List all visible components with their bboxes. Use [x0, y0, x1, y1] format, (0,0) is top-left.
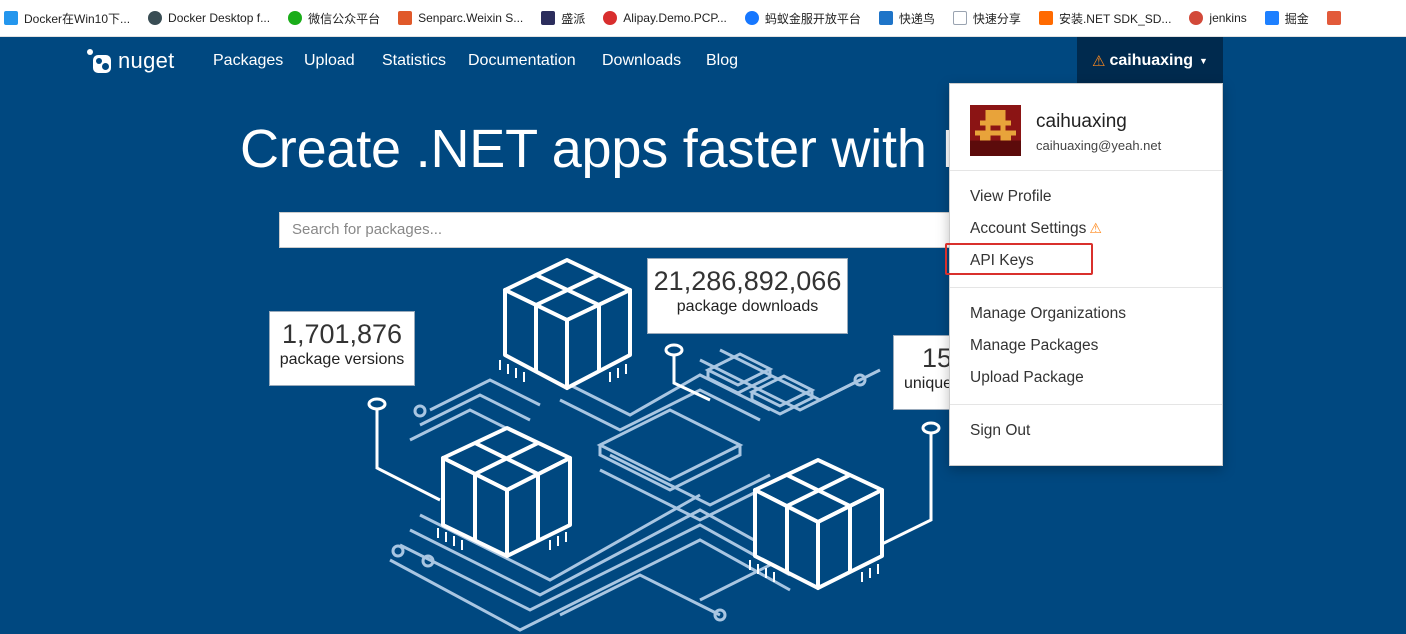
stat-versions-value: 1,701,876 [281, 319, 403, 349]
user-menu-toggle[interactable]: ⚠ caihuaxing ▼ [1077, 37, 1223, 84]
nav-packages[interactable]: Packages [213, 37, 283, 84]
stat-versions-label: package versions [279, 351, 405, 368]
hero-title: Create .NET apps faster with N [240, 119, 981, 179]
bookmark-antfin[interactable]: 蚂蚁金服开放平台 [744, 0, 861, 36]
menu-manage-organizations[interactable]: Manage Organizations [970, 305, 1126, 323]
nuget-logo[interactable]: nuget [86, 47, 175, 75]
stat-downloads-label: package downloads [676, 298, 819, 315]
menu-account-settings[interactable]: Account Settings ⚠ [970, 220, 1106, 238]
bookmark-shengpai[interactable]: 盛派 [541, 0, 585, 36]
stat-package-versions: 1,701,876 package versions [269, 311, 415, 386]
menu-manage-packages[interactable]: Manage Packages [970, 337, 1098, 355]
menu-divider [950, 287, 1222, 288]
menu-sign-out[interactable]: Sign Out [970, 422, 1030, 440]
juejin-icon [1264, 11, 1279, 25]
nav-blog[interactable]: Blog [706, 37, 738, 84]
senparc-icon [398, 11, 413, 25]
package-search-input[interactable]: Search for packages... [279, 212, 979, 248]
bookmark-senparc[interactable]: Senparc.Weixin S... [398, 0, 523, 36]
menu-divider [950, 170, 1222, 171]
stat-downloads-value: 21,286,892,066 [653, 266, 842, 296]
bookmark-extra[interactable] [1326, 0, 1347, 36]
bookmark-dotnet-sdk[interactable]: 安装.NET SDK_SD... [1038, 0, 1171, 36]
gitee-icon [1326, 11, 1341, 25]
nuget-logo-icon [86, 48, 112, 74]
docker-icon [4, 11, 18, 25]
user-name: caihuaxing [1109, 51, 1194, 69]
nav-documentation[interactable]: Documentation [468, 37, 576, 84]
bookmark-alipay-demo[interactable]: Alipay.Demo.PCP... [603, 0, 727, 36]
ant-icon [744, 11, 759, 25]
brand-name: nuget [118, 48, 175, 73]
bookmark-jenkins[interactable]: jenkins [1189, 0, 1247, 36]
menu-divider [950, 404, 1222, 405]
bookmark-docker-desktop[interactable]: Docker Desktop f... [148, 0, 270, 36]
user-dropdown-menu: caihuaxing caihuaxing@yeah.net View Prof… [949, 83, 1223, 466]
menu-user-email: caihuaxing@yeah.net [1036, 138, 1162, 153]
menu-account-settings-label: Account Settings [970, 220, 1087, 237]
bookmark-quick-share[interactable]: 快速分享 [952, 0, 1021, 36]
bookmarks-bar: Docker在Win10下... Docker Desktop f... 微信公… [0, 0, 1406, 37]
page-icon [952, 11, 967, 25]
bookmark-kdniao[interactable]: 快递鸟 [878, 0, 935, 36]
shengpai-icon [541, 11, 556, 25]
menu-api-keys[interactable]: API Keys [970, 252, 1034, 270]
caret-down-icon: ▼ [1199, 55, 1208, 66]
stat-package-downloads: 21,286,892,066 package downloads [647, 258, 848, 334]
kdniao-icon [878, 11, 893, 25]
bookmark-docker-win10[interactable]: Docker在Win10下... [4, 0, 130, 36]
bookmark-wechat[interactable]: 微信公众平台 [288, 0, 380, 36]
menu-user-name: caihuaxing [1036, 111, 1127, 132]
nav-upload[interactable]: Upload [304, 37, 355, 84]
avatar [970, 105, 1021, 156]
menu-upload-package[interactable]: Upload Package [970, 369, 1084, 387]
menu-view-profile[interactable]: View Profile [970, 188, 1052, 206]
warning-icon: ⚠ [1092, 52, 1106, 70]
bookmark-juejin[interactable]: 掘金 [1264, 0, 1309, 36]
jenkins-icon [1189, 11, 1204, 25]
nav-downloads[interactable]: Downloads [602, 37, 681, 84]
warning-icon: ⚠ [1089, 220, 1102, 236]
aliyun-icon [1038, 11, 1053, 25]
top-navbar: nuget Packages Upload Statistics Documen… [0, 37, 1406, 84]
nav-statistics[interactable]: Statistics [382, 37, 446, 84]
wechat-icon [288, 11, 303, 25]
docker-desktop-icon [148, 11, 163, 25]
alipay-icon [603, 11, 618, 25]
